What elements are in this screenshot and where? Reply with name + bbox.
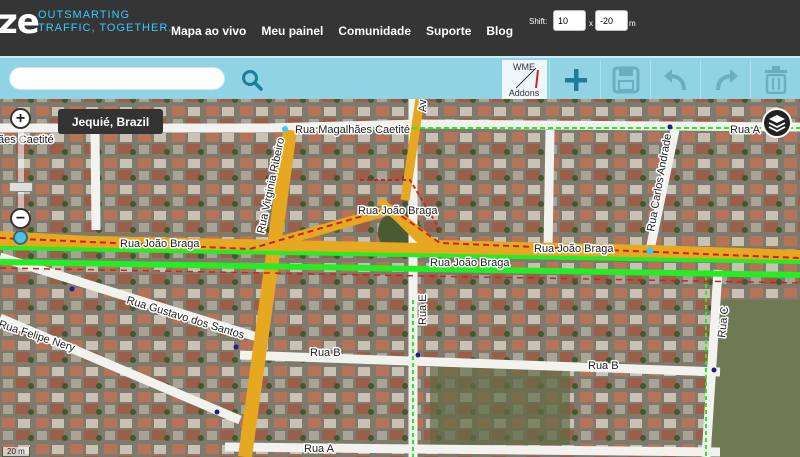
shift-unit: m bbox=[629, 19, 636, 28]
street-label: Rua B bbox=[588, 360, 619, 372]
top-bar: ze OUTSMARTING TRAFFIC, TOGETHER. Mapa a… bbox=[0, 0, 800, 56]
addon-line1: WME bbox=[513, 62, 535, 72]
redo-button[interactable] bbox=[704, 60, 748, 99]
zoom-out-button[interactable]: − bbox=[10, 208, 31, 229]
delete-icon bbox=[765, 65, 787, 94]
delete-button[interactable] bbox=[754, 60, 798, 99]
street-label: Rua B bbox=[310, 347, 341, 359]
map-canvas[interactable]: ães Caetité Rua Magalhães Caetité Rua A … bbox=[0, 99, 800, 457]
undo-button[interactable] bbox=[654, 60, 698, 99]
nav-live-map[interactable]: Mapa ao vivo bbox=[171, 24, 246, 38]
search-input[interactable] bbox=[9, 67, 225, 90]
tagline: OUTSMARTING TRAFFIC, TOGETHER. bbox=[38, 9, 172, 35]
street-label: Rua João Braga bbox=[430, 257, 510, 269]
undo-icon bbox=[664, 68, 686, 90]
save-button[interactable] bbox=[604, 60, 648, 99]
street-label: Rua João Braga bbox=[534, 243, 614, 255]
addons-icon: WME Addons bbox=[509, 62, 540, 98]
save-icon bbox=[612, 66, 640, 93]
street-label: Rua João Braga bbox=[358, 205, 438, 217]
nav-community[interactable]: Comunidade bbox=[338, 24, 411, 38]
main-nav: Mapa ao vivo Meu painel Comunidade Supor… bbox=[171, 24, 513, 38]
shift-label: Shift: bbox=[529, 17, 548, 26]
street-label: Rua E bbox=[417, 294, 429, 325]
toolbar-divider bbox=[750, 60, 751, 99]
location-label: Jequié, Brazil bbox=[58, 109, 163, 134]
map-scale: 20 m bbox=[2, 447, 30, 457]
street-label: Rua A bbox=[730, 124, 761, 136]
tagline-line2: TRAFFIC, TOGETHER. bbox=[38, 22, 173, 34]
shift-y-input[interactable] bbox=[595, 10, 628, 31]
addon-line2: Addons bbox=[509, 88, 540, 98]
shift-x-input[interactable] bbox=[553, 10, 586, 31]
search-icon bbox=[242, 69, 263, 91]
street-label: Rua Magalhães Caetité bbox=[295, 124, 410, 136]
layers-icon bbox=[768, 115, 786, 132]
street-label: Rua A bbox=[304, 443, 335, 455]
street-label: Av bbox=[417, 99, 429, 112]
toolbar-divider bbox=[650, 60, 651, 99]
editor-toolbar: WME Addons bbox=[0, 56, 800, 99]
zoom-in-button[interactable]: + bbox=[10, 108, 31, 129]
street-label: Rua João Braga bbox=[120, 238, 200, 250]
nav-blog[interactable]: Blog bbox=[486, 24, 513, 38]
zoom-control: + − bbox=[9, 108, 33, 248]
add-button[interactable] bbox=[553, 60, 599, 99]
toolbar-divider bbox=[549, 60, 550, 99]
zoom-level-indicator bbox=[13, 230, 28, 245]
layers-button[interactable] bbox=[762, 108, 792, 138]
shift-separator: x bbox=[589, 19, 593, 28]
waze-logo[interactable]: ze bbox=[0, 2, 40, 42]
toolbar-divider bbox=[600, 60, 601, 99]
add-icon bbox=[565, 68, 587, 91]
search-button[interactable] bbox=[236, 60, 268, 99]
nav-support[interactable]: Suporte bbox=[426, 24, 471, 38]
map-layer: ães Caetité Rua Magalhães Caetité Rua A … bbox=[0, 99, 800, 457]
redo-icon bbox=[716, 68, 738, 90]
nav-dashboard[interactable]: Meu painel bbox=[261, 24, 323, 38]
wme-addons-button[interactable]: WME Addons bbox=[502, 60, 547, 99]
zoom-slider-handle[interactable] bbox=[9, 182, 33, 192]
toolbar-divider bbox=[700, 60, 701, 99]
tagline-line1: OUTSMARTING bbox=[38, 9, 131, 21]
